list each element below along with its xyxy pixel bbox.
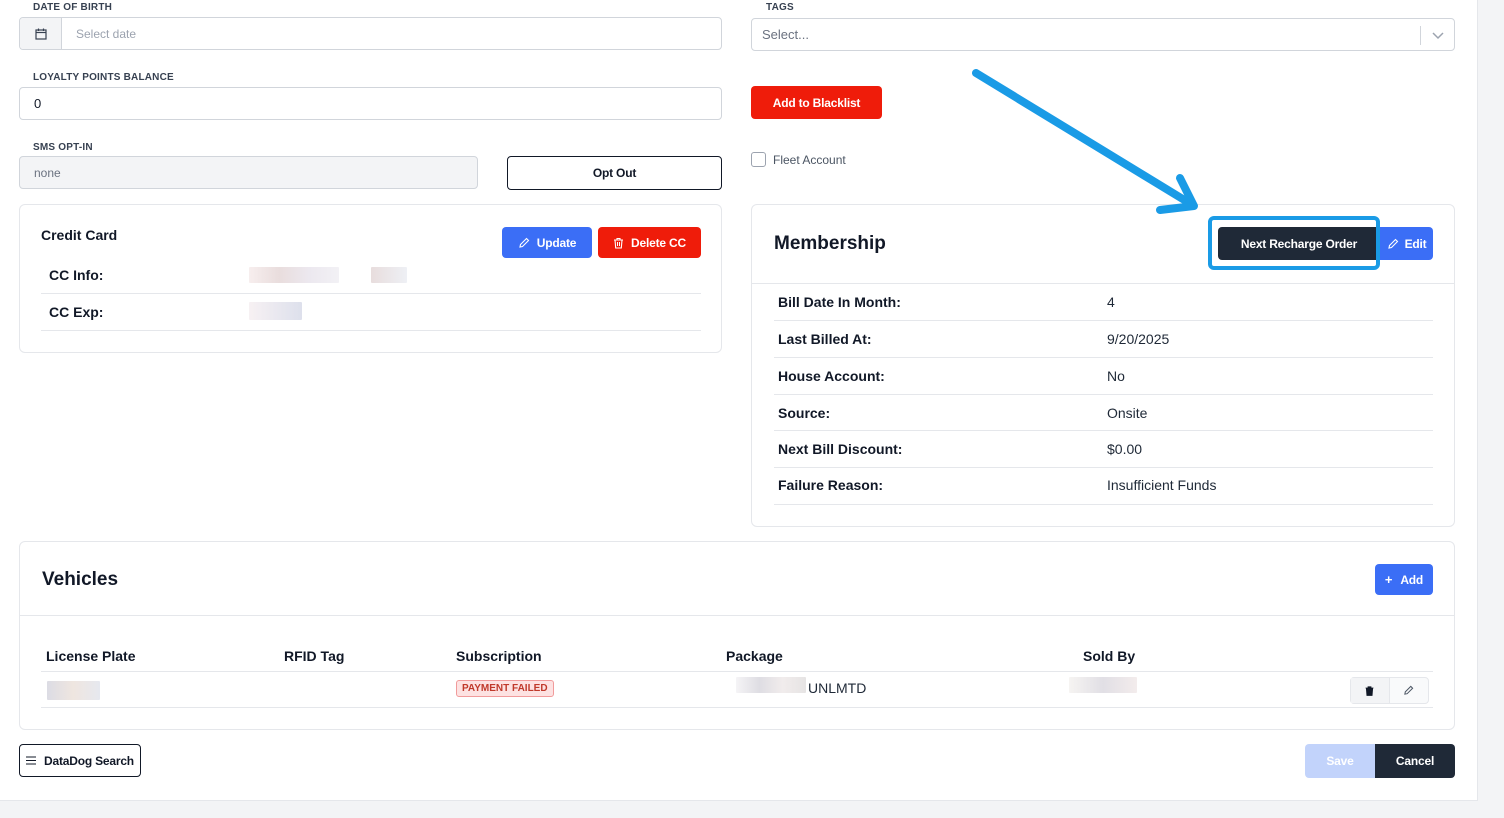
dob-placeholder: Select date — [76, 26, 137, 41]
package-value: UNLMTD — [808, 680, 867, 696]
bill-date-label: Bill Date In Month: — [778, 294, 901, 310]
list-icon — [26, 756, 37, 765]
loyalty-value: 0 — [34, 96, 42, 111]
pencil-icon — [1387, 238, 1398, 249]
annotation-highlight-box — [1208, 216, 1380, 270]
edit-membership-label: Edit — [1404, 236, 1427, 251]
table-row: PAYMENT FAILED UNLMTD — [41, 672, 1433, 708]
cancel-button[interactable]: Cancel — [1375, 744, 1455, 778]
dob-label: DATE OF BIRTH — [33, 2, 113, 13]
source-label: Source: — [778, 405, 831, 421]
credit-card-panel: Credit Card Update Delete CC CC Info: CC… — [19, 204, 722, 353]
add-vehicle-button[interactable]: + Add — [1375, 564, 1433, 595]
membership-row: House Account: No — [774, 358, 1433, 395]
status-badge: PAYMENT FAILED — [456, 680, 554, 697]
membership-row: Next Bill Discount: $0.00 — [774, 431, 1433, 468]
col-license-plate: License Plate — [46, 648, 136, 664]
annotation-arrow-icon — [972, 69, 1198, 214]
col-package: Package — [726, 648, 783, 664]
license-plate-redacted — [47, 681, 100, 700]
cc-info-redacted — [249, 267, 339, 283]
add-to-blacklist-button[interactable]: Add to Blacklist — [751, 86, 882, 119]
house-account-value: No — [1107, 368, 1125, 384]
cc-info-row: CC Info: — [41, 257, 701, 294]
membership-row: Last Billed At: 9/20/2025 — [774, 321, 1433, 358]
sms-optin-field: none — [19, 156, 478, 189]
failure-reason-value: Insufficient Funds — [1107, 477, 1217, 493]
delete-cc-label: Delete CC — [631, 235, 686, 250]
delete-vehicle-button[interactable] — [1351, 678, 1390, 703]
pencil-icon — [1404, 685, 1414, 695]
update-cc-label: Update — [536, 235, 577, 250]
delete-cc-button[interactable]: Delete CC — [598, 227, 701, 258]
vehicles-table-header: License Plate RFID Tag Subscription Pack… — [41, 637, 1433, 672]
membership-row: Failure Reason: Insufficient Funds — [774, 468, 1433, 505]
tags-select[interactable]: Select... — [751, 18, 1455, 51]
cc-exp-row: CC Exp: — [41, 294, 701, 331]
tags-label: TAGS — [766, 2, 794, 13]
cc-exp-label: CC Exp: — [49, 304, 104, 320]
col-rfid-tag: RFID Tag — [284, 648, 345, 664]
failure-reason-label: Failure Reason: — [778, 477, 884, 493]
calendar-icon[interactable] — [20, 18, 62, 49]
chevron-down-icon[interactable] — [1432, 29, 1444, 41]
last-billed-label: Last Billed At: — [778, 331, 872, 347]
cc-exp-redacted — [249, 302, 302, 320]
col-subscription: Subscription — [456, 648, 542, 664]
credit-card-title: Credit Card — [41, 227, 118, 243]
row-actions — [1350, 677, 1429, 704]
save-button[interactable]: Save — [1305, 744, 1375, 778]
vehicles-panel: Vehicles + Add License Plate RFID Tag Su… — [19, 541, 1455, 730]
fleet-account-label: Fleet Account — [773, 153, 846, 167]
trash-icon — [614, 237, 624, 249]
house-account-label: House Account: — [778, 368, 885, 384]
last-billed-value: 9/20/2025 — [1107, 331, 1170, 347]
next-bill-discount-label: Next Bill Discount: — [778, 441, 903, 457]
dob-field[interactable]: Select date — [19, 17, 722, 50]
loyalty-points-input[interactable]: 0 — [19, 87, 722, 120]
tags-divider — [1420, 26, 1421, 45]
datadog-search-button[interactable]: DataDog Search — [19, 744, 141, 777]
source-value: Onsite — [1107, 405, 1148, 421]
package-redacted — [736, 677, 806, 693]
vehicles-divider — [20, 615, 1454, 616]
update-cc-button[interactable]: Update — [502, 227, 592, 258]
cc-info-redacted-2 — [371, 267, 407, 283]
next-bill-discount-value: $0.00 — [1107, 441, 1143, 457]
col-sold-by: Sold By — [1083, 648, 1136, 664]
cc-info-label: CC Info: — [49, 267, 104, 283]
trash-icon — [1365, 685, 1374, 696]
membership-row: Bill Date In Month: 4 — [774, 284, 1433, 321]
datadog-search-label: DataDog Search — [44, 753, 134, 768]
membership-title: Membership — [774, 233, 886, 254]
edit-membership-button[interactable]: Edit — [1376, 227, 1433, 260]
sms-optin-label: SMS OPT-IN — [33, 142, 93, 153]
pencil-icon — [519, 237, 530, 248]
bill-date-value: 4 — [1107, 294, 1115, 310]
edit-vehicle-button[interactable] — [1390, 678, 1429, 703]
customer-edit-page: DATE OF BIRTH Select date TAGS Select...… — [0, 0, 1478, 801]
fleet-account-checkbox[interactable] — [751, 152, 766, 167]
opt-out-button[interactable]: Opt Out — [507, 156, 722, 190]
sms-optin-value: none — [34, 165, 61, 180]
loyalty-label: LOYALTY POINTS BALANCE — [33, 72, 174, 83]
add-vehicle-label: Add — [1400, 572, 1424, 587]
vehicles-title: Vehicles — [42, 569, 119, 590]
tags-placeholder: Select... — [762, 27, 809, 42]
membership-row: Source: Onsite — [774, 395, 1433, 431]
sold-by-redacted — [1069, 677, 1137, 693]
plus-icon: + — [1384, 572, 1393, 587]
